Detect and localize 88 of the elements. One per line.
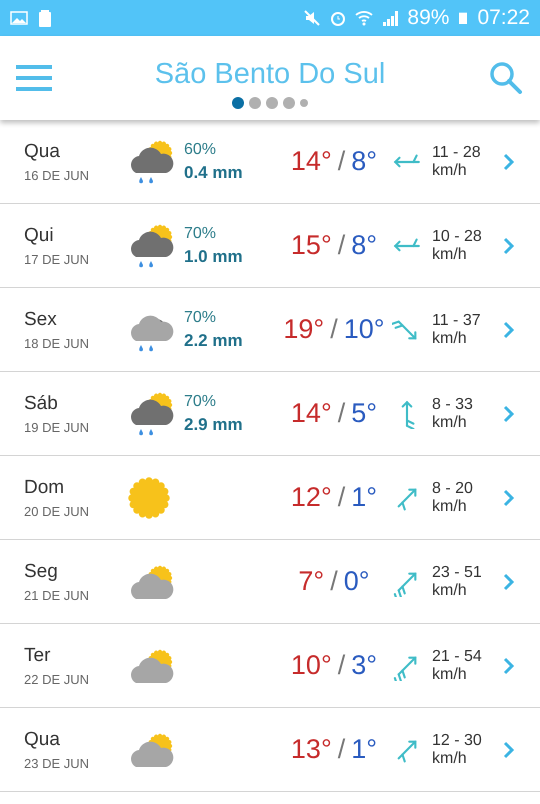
low-temperature: 0° <box>344 566 370 597</box>
wind-speed: 23 - 51 <box>432 564 483 582</box>
weekday-label: Dom <box>24 476 66 498</box>
weekday-label: Qua <box>24 728 61 750</box>
temperature-separator: / <box>338 482 346 513</box>
wind-unit: km/h <box>432 330 468 348</box>
rain-amount: 1.0 mm <box>184 246 244 266</box>
weekday-label: Sáb <box>24 392 59 414</box>
mute-icon <box>303 9 322 27</box>
low-temperature: 8° <box>351 230 378 261</box>
temperature-separator: / <box>338 650 346 681</box>
page-indicator-dot[interactable] <box>249 96 261 108</box>
wind-unit: km/h <box>432 498 468 516</box>
date-label: 21 DE JUN <box>24 588 90 602</box>
date-label: 23 DE JUN <box>24 756 90 770</box>
temperature-separator: / <box>338 398 346 429</box>
battery-saver-icon <box>36 9 54 27</box>
weekday-label: Ter <box>24 644 52 666</box>
low-temperature: 5° <box>351 398 378 429</box>
chevron-right-icon[interactable] <box>502 740 516 758</box>
rain-amount: 2.9 mm <box>184 414 244 434</box>
chevron-right-icon[interactable] <box>502 152 516 170</box>
gallery-icon <box>10 9 28 27</box>
wind-unit: km/h <box>432 162 468 180</box>
low-temperature: 1° <box>351 482 378 513</box>
low-temperature: 3° <box>351 650 378 681</box>
high-temperature: 14° <box>290 146 332 177</box>
page-indicator-dot[interactable] <box>300 98 308 106</box>
low-temperature: 10° <box>344 314 385 345</box>
clock: 07:22 <box>477 6 530 30</box>
rain-amount: 0.4 mm <box>184 162 244 182</box>
date-label: 20 DE JUN <box>24 504 90 518</box>
page-indicator-dot[interactable] <box>232 96 244 108</box>
search-icon[interactable] <box>488 60 524 96</box>
rain-chance: 70% <box>184 392 218 410</box>
wind-speed: 11 - 37 <box>432 312 482 330</box>
low-temperature: 8° <box>351 146 378 177</box>
chevron-right-icon[interactable] <box>502 488 516 506</box>
signal-icon <box>381 9 400 27</box>
wind-speed: 21 - 54 <box>432 648 483 666</box>
weekday-label: Seg <box>24 560 59 582</box>
date-label: 16 DE JUN <box>24 168 90 182</box>
high-temperature: 13° <box>290 734 332 765</box>
high-temperature: 7° <box>298 566 324 597</box>
page-indicator-dot[interactable] <box>283 96 295 108</box>
high-temperature: 10° <box>290 650 332 681</box>
rain-chance: 70% <box>184 224 218 242</box>
weekday-label: Qua <box>24 140 61 162</box>
chevron-right-icon[interactable] <box>502 236 516 254</box>
high-temperature: 19° <box>283 314 324 345</box>
wind-unit: km/h <box>432 246 468 264</box>
wind-unit: km/h <box>432 414 468 432</box>
chevron-right-icon[interactable] <box>502 572 516 590</box>
high-temperature: 15° <box>290 230 332 261</box>
wind-unit: km/h <box>432 582 468 600</box>
wind-speed: 11 - 28 <box>432 144 482 162</box>
wifi-icon <box>355 9 374 27</box>
date-label: 22 DE JUN <box>24 672 90 686</box>
chevron-right-icon[interactable] <box>502 656 516 674</box>
date-label: 18 DE JUN <box>24 336 90 350</box>
wind-speed: 8 - 20 <box>432 480 474 498</box>
rain-chance: 70% <box>184 308 218 326</box>
wind-speed: 8 - 33 <box>432 396 474 414</box>
city-title: São Bento Do Sul <box>154 58 386 90</box>
chevron-right-icon[interactable] <box>502 320 516 338</box>
wind-unit: km/h <box>432 750 468 768</box>
temperature-separator: / <box>330 566 338 597</box>
wind-speed: 12 - 30 <box>432 732 483 750</box>
temperature-separator: / <box>338 146 346 177</box>
temperature-separator: / <box>338 230 346 261</box>
temperature-separator: / <box>330 314 338 345</box>
alarm-icon <box>329 9 348 27</box>
battery-percentage: 89% <box>407 6 450 30</box>
low-temperature: 1° <box>351 734 378 765</box>
chevron-right-icon[interactable] <box>502 404 516 422</box>
menu-button[interactable] <box>16 65 52 91</box>
high-temperature: 14° <box>290 398 332 429</box>
temperature-separator: / <box>338 734 346 765</box>
rain-amount: 2.2 mm <box>184 330 244 350</box>
weekday-label: Qui <box>24 224 55 246</box>
page-indicator-dot[interactable] <box>266 96 278 108</box>
date-label: 19 DE JUN <box>24 420 90 434</box>
date-label: 17 DE JUN <box>24 252 90 266</box>
weekday-label: Sex <box>24 308 58 330</box>
wind-unit: km/h <box>432 666 468 684</box>
wind-speed: 10 - 28 <box>432 228 483 246</box>
high-temperature: 12° <box>290 482 332 513</box>
rain-chance: 60% <box>184 140 218 158</box>
